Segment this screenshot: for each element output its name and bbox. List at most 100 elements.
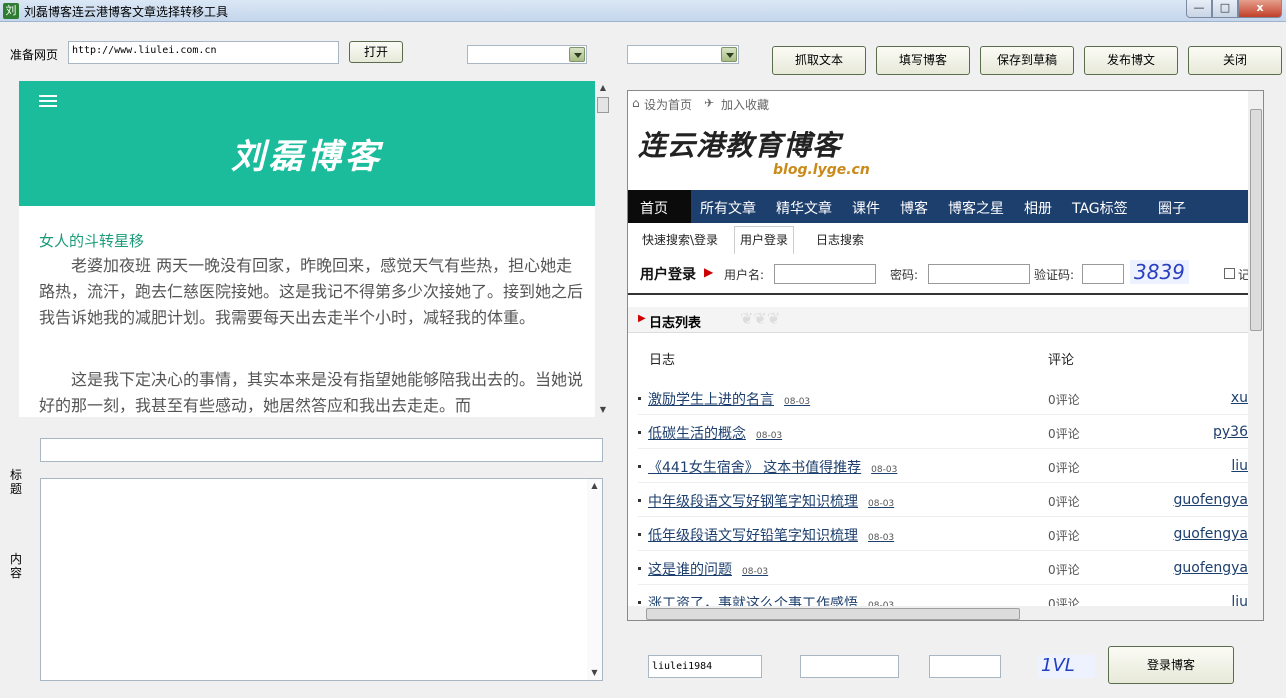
tab-quick-search[interactable]: 快速搜索\登录 [642, 231, 718, 248]
content-scrollbar[interactable]: ▲ ▼ [587, 479, 602, 680]
scroll-thumb[interactable] [597, 97, 609, 113]
chevron-down-icon[interactable] [569, 47, 585, 62]
combo-select-2[interactable] [627, 45, 739, 64]
site-username-input[interactable] [774, 264, 876, 284]
comment-count[interactable]: 0评论 [1048, 459, 1080, 476]
left-view-scrollbar[interactable]: ▲ ▼ [596, 81, 610, 417]
arrow-icon: ▶ [704, 265, 714, 279]
username-label: 用户名: [724, 268, 765, 282]
login-blog-button[interactable]: 登录博客 [1108, 646, 1234, 684]
nav-item-blogs[interactable]: 博客 [900, 198, 928, 218]
blog-captcha-input[interactable] [929, 655, 1001, 678]
remember-checkbox[interactable] [1224, 268, 1235, 279]
combo-select-1[interactable] [467, 45, 587, 64]
log-title-link[interactable]: 低年级段语文写好铅笔字知识梳理 08-03 [648, 525, 894, 545]
nav-item-featured[interactable]: 精华文章 [776, 198, 832, 218]
article-paragraph: 这是我下定决心的事情，其实本来是没有指望她能够陪我出去的。当她说好的那一刻，我甚… [39, 370, 584, 415]
title-label: 标题 [10, 468, 23, 496]
nav-item-all-articles[interactable]: 所有文章 [700, 198, 756, 218]
grab-text-button[interactable]: 抓取文本 [772, 46, 866, 75]
right-view-vscrollbar[interactable] [1248, 91, 1263, 606]
add-favorite-link[interactable]: 加入收藏 [721, 96, 769, 113]
log-title-link[interactable]: 激励学生上进的名言 08-03 [648, 389, 810, 409]
favorite-icon: ✈ [704, 96, 715, 110]
open-button[interactable]: 打开 [349, 41, 403, 63]
content-label: 内容 [10, 552, 23, 580]
log-title-link[interactable]: 《441女生宿舍》 这本书值得推荐 08-03 [648, 457, 897, 477]
nav-item-tags[interactable]: TAG标签 [1072, 198, 1128, 218]
blog-password-input[interactable] [800, 655, 899, 678]
url-label: 准备网页 [10, 48, 59, 62]
main-nav: 首页 所有文章 精华文章 课件 博客 博客之星 相册 TAG标签 圈子 [628, 190, 1248, 223]
maximize-button[interactable]: □ [1212, 0, 1238, 18]
title-input[interactable] [40, 438, 603, 462]
log-title-link[interactable]: 这是谁的问题 08-03 [648, 559, 768, 579]
chevron-down-icon[interactable] [721, 47, 737, 62]
window-title: 刘磊博客连云港博客文章选择转移工具 [24, 5, 229, 19]
set-homepage-link[interactable]: 设为首页 [644, 96, 692, 113]
blog-username-input[interactable]: liulei1984 [648, 655, 762, 678]
comment-count[interactable]: 0评论 [1048, 391, 1080, 408]
left-browser-view[interactable]: 刘磊博客 女人的斗转星移 老婆加夜班 两天一晚没有回家，昨晚回来，感觉天气有些热… [19, 81, 595, 417]
url-input[interactable]: http://www.liulei.com.cn [68, 41, 339, 64]
log-title-link[interactable]: 中年级段语文写好钢笔字知识梳理 08-03 [648, 491, 894, 511]
title-bar: 刘 刘磊博客连云港博客文章选择转移工具 — □ x [0, 0, 1286, 22]
site-password-input[interactable] [928, 264, 1030, 284]
nav-item-home[interactable]: 首页 [640, 198, 668, 218]
nav-item-courseware[interactable]: 课件 [852, 198, 880, 218]
scroll-thumb[interactable] [1250, 109, 1262, 331]
list-item: 激励学生上进的名言 08-03 0评论 xu [638, 381, 1248, 415]
nav-item-album[interactable]: 相册 [1024, 198, 1052, 218]
tab-user-login[interactable]: 用户登录 [734, 226, 795, 254]
site-name[interactable]: 连云港教育博客 [638, 124, 841, 164]
captcha-image[interactable]: 1VL [1037, 655, 1095, 678]
password-label: 密码: [890, 268, 919, 282]
right-browser-view[interactable]: ⌂ 设为首页 ✈ 加入收藏 连云港教育博客 blog.lyge.cn 首页 所有… [627, 90, 1264, 621]
author-link[interactable]: py36 [1213, 424, 1248, 440]
right-view-hscrollbar[interactable] [628, 606, 1263, 620]
section-header: ▶ 日志列表 ❦❦❦ [628, 307, 1248, 333]
list-item: 低碳生活的概念 08-03 0评论 py36 [638, 415, 1248, 449]
comment-count[interactable]: 0评论 [1048, 527, 1080, 544]
nav-item-blog-stars[interactable]: 博客之星 [948, 198, 1004, 218]
fill-blog-button[interactable]: 填写博客 [876, 46, 970, 75]
author-link[interactable]: guofengya [1174, 492, 1249, 508]
comment-count[interactable]: 0评论 [1048, 493, 1080, 510]
login-heading: 用户登录 [640, 267, 696, 283]
author-link[interactable]: guofengya [1174, 526, 1249, 542]
close-button[interactable]: 关闭 [1188, 46, 1282, 75]
search-login-tabs: 快速搜索\登录 用户登录 日志搜索 [628, 223, 1248, 255]
blog-title: 刘磊博客 [231, 137, 383, 177]
author-link[interactable]: liu [1231, 458, 1248, 474]
login-form: 用户登录 ▶ 用户名: 密码: 验证码: 3839 记 [628, 255, 1250, 295]
nav-item-circles[interactable]: 圈子 [1158, 198, 1186, 218]
author-link[interactable]: guofengya [1174, 560, 1249, 576]
site-captcha-input[interactable] [1082, 264, 1124, 284]
captcha-image: 3839 [1130, 260, 1189, 284]
window-close-button[interactable]: x [1238, 0, 1282, 18]
content-textarea[interactable] [40, 478, 603, 681]
scroll-down-icon[interactable]: ▼ [596, 403, 610, 417]
column-header-comments: 评论 [1048, 353, 1075, 368]
scroll-down-icon[interactable]: ▼ [587, 666, 602, 680]
arrow-icon: ▶ [638, 313, 646, 324]
scroll-up-icon[interactable]: ▲ [596, 81, 610, 95]
menu-icon[interactable] [39, 95, 57, 109]
author-link[interactable]: xu [1231, 390, 1248, 406]
list-item: 这是谁的问题 08-03 0评论 guofengya [638, 551, 1248, 585]
comment-count[interactable]: 0评论 [1048, 561, 1080, 578]
column-header-log: 日志 [649, 353, 676, 368]
captcha-label: 验证码: [1034, 268, 1075, 282]
comment-count[interactable]: 0评论 [1048, 425, 1080, 442]
minimize-button[interactable]: — [1186, 0, 1212, 18]
blog-header: 刘磊博客 [19, 81, 595, 206]
save-draft-button[interactable]: 保存到草稿 [980, 46, 1074, 75]
hscroll-thumb[interactable] [646, 608, 1020, 620]
list-item: 《441女生宿舍》 这本书值得推荐 08-03 0评论 liu [638, 449, 1248, 483]
log-title-link[interactable]: 低碳生活的概念 08-03 [648, 423, 782, 443]
tab-log-search[interactable]: 日志搜索 [816, 231, 864, 248]
section-title: 日志列表 [649, 316, 702, 331]
publish-button[interactable]: 发布博文 [1084, 46, 1178, 75]
scroll-up-icon[interactable]: ▲ [587, 479, 602, 493]
article-title[interactable]: 女人的斗转星移 [39, 230, 144, 251]
